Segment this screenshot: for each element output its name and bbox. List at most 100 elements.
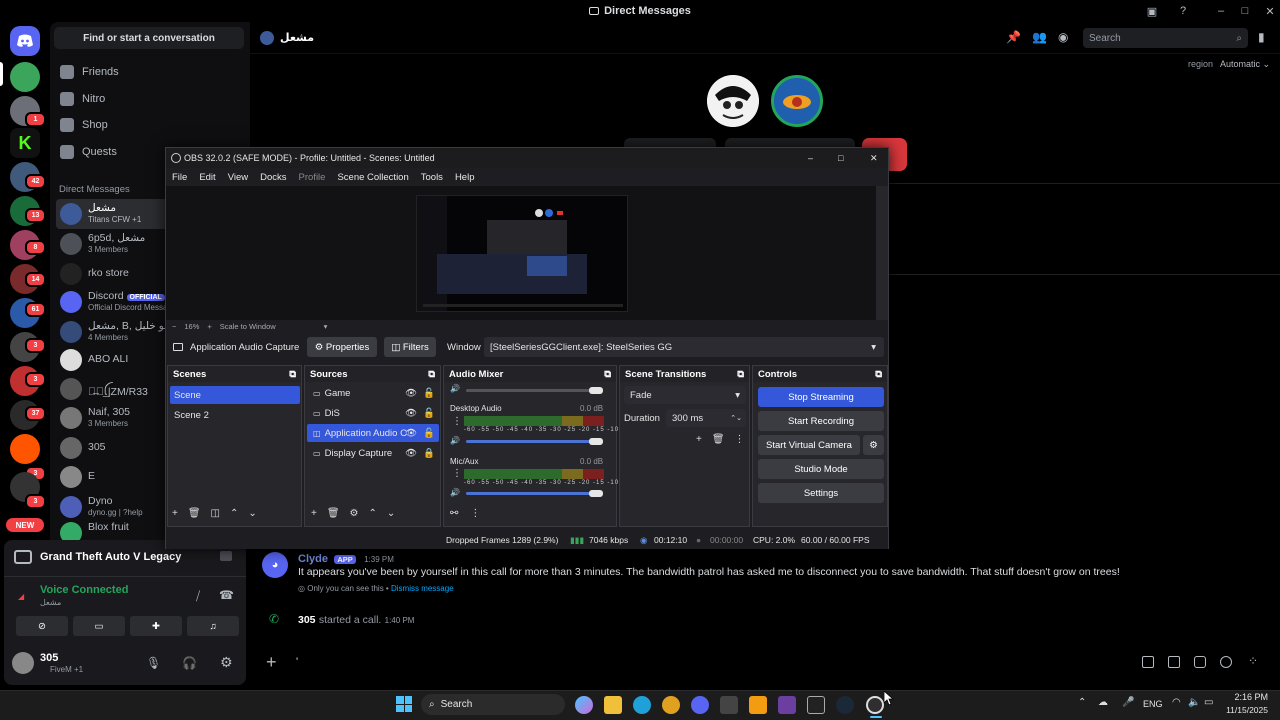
call-avatar[interactable] bbox=[707, 75, 759, 127]
profile-icon[interactable]: ◉ bbox=[1058, 30, 1068, 44]
wifi-icon[interactable]: ◠ bbox=[1172, 697, 1181, 708]
source-item[interactable]: ▭ Display Capture 👁 🔒 bbox=[307, 444, 439, 462]
gear-icon[interactable]: ⚙ bbox=[220, 654, 233, 671]
gif-icon[interactable] bbox=[1168, 656, 1180, 668]
minimize-button[interactable]: – bbox=[808, 153, 813, 163]
duration-input[interactable]: 300 ms ⌃⌄ bbox=[666, 409, 746, 427]
apps-icon[interactable]: ⁘ bbox=[1248, 654, 1258, 668]
inbox-button[interactable]: ▣ bbox=[1140, 0, 1164, 22]
search-input[interactable]: Search ⌕ bbox=[1083, 28, 1248, 48]
advanced-audio-icon[interactable]: ⚯ bbox=[450, 508, 458, 519]
minimize-button[interactable]: – bbox=[1209, 0, 1233, 22]
start-virtual-camera-button[interactable]: Start Virtual Camera bbox=[758, 435, 860, 455]
menu-view[interactable]: View bbox=[222, 172, 254, 183]
inbox-icon[interactable]: ▮ bbox=[1258, 30, 1265, 44]
scene-item[interactable]: Scene 2 bbox=[170, 406, 300, 424]
clock-date[interactable]: 11/15/2025 bbox=[1220, 705, 1268, 715]
settings-button[interactable]: Settings bbox=[758, 483, 884, 503]
preview-scrollbar[interactable] bbox=[876, 186, 888, 320]
virtual-camera-settings-button[interactable]: ⚙ bbox=[863, 435, 884, 455]
discord-icon[interactable] bbox=[691, 696, 709, 714]
nav-nitro[interactable]: Nitro bbox=[60, 87, 105, 111]
scene-item[interactable]: Scene bbox=[170, 386, 300, 404]
properties-button[interactable]: ⚙ Properties bbox=[307, 337, 377, 357]
dismiss-link[interactable]: Dismiss message bbox=[391, 584, 454, 593]
sticker-icon[interactable] bbox=[1194, 656, 1206, 668]
add-attachment-icon[interactable]: + bbox=[266, 652, 277, 673]
voice-channel[interactable]: مشعل bbox=[40, 598, 61, 607]
kebab-icon[interactable]: ⋮ bbox=[452, 416, 462, 427]
start-recording-button[interactable]: Start Recording bbox=[758, 411, 884, 431]
server-icon[interactable] bbox=[10, 434, 40, 464]
user-name[interactable]: 305 bbox=[40, 652, 58, 664]
cloud-icon[interactable]: ☁ bbox=[1098, 697, 1108, 708]
filter-icon[interactable]: ◫ bbox=[211, 508, 220, 519]
message-composer[interactable]: + ' ⁘ bbox=[258, 648, 1274, 678]
source-item[interactable]: ◫ Application Audio C 👁 🔓 bbox=[307, 424, 439, 442]
source-item[interactable]: ▭ DiS 👁 🔓 bbox=[307, 404, 439, 422]
kebab-icon[interactable]: ⋮ bbox=[735, 434, 745, 445]
mic-icon[interactable]: 🎤 bbox=[1122, 697, 1134, 708]
volume-slider[interactable] bbox=[466, 389, 596, 392]
add-icon[interactable]: + bbox=[311, 508, 317, 519]
store-icon[interactable] bbox=[720, 696, 738, 714]
undock-icon[interactable]: ⧉ bbox=[737, 369, 744, 380]
chrome-icon[interactable] bbox=[662, 696, 680, 714]
app-icon[interactable] bbox=[778, 696, 796, 714]
emoji-icon[interactable] bbox=[1220, 656, 1232, 668]
pin-icon[interactable]: 📌 bbox=[1006, 30, 1021, 44]
add-member-icon[interactable]: 👥 bbox=[1032, 30, 1047, 44]
region-dropdown[interactable]: Automatic ⌄ bbox=[1220, 59, 1270, 70]
chevron-down-icon[interactable]: ⌄ bbox=[387, 508, 395, 519]
chevron-up-icon[interactable]: ⌃ bbox=[369, 508, 377, 519]
call-avatar[interactable] bbox=[771, 75, 823, 127]
trash-icon[interactable]: 🗑 bbox=[188, 508, 201, 519]
menu-edit[interactable]: Edit bbox=[193, 172, 221, 183]
bot-name[interactable]: Clyde bbox=[298, 553, 328, 565]
volume-knob[interactable] bbox=[589, 438, 603, 445]
new-badge[interactable]: NEW bbox=[6, 518, 44, 532]
mic-icon[interactable]: 🎙 bbox=[146, 656, 161, 670]
copilot-icon[interactable] bbox=[575, 696, 593, 714]
volume-knob[interactable] bbox=[589, 387, 603, 394]
window-select[interactable]: [SteelSeriesGGClient.exe]: SteelSeries G… bbox=[484, 337, 884, 357]
menu-file[interactable]: File bbox=[166, 172, 193, 183]
studio-mode-button[interactable]: Studio Mode bbox=[758, 459, 884, 479]
chevron-down-icon[interactable]: ⌄ bbox=[248, 508, 256, 519]
zoom-out-button[interactable]: − bbox=[172, 322, 176, 331]
help-icon[interactable]: ? bbox=[1171, 0, 1195, 22]
windows-start-icon[interactable] bbox=[396, 696, 412, 712]
steam-icon[interactable] bbox=[836, 696, 854, 714]
gear-icon[interactable]: ⚙ bbox=[350, 508, 359, 519]
chevron-up-icon[interactable]: ⌃ bbox=[230, 508, 238, 519]
composer-input[interactable]: ' bbox=[296, 656, 298, 668]
server-icon[interactable] bbox=[10, 62, 40, 92]
menu-scene-collection[interactable]: Scene Collection bbox=[331, 172, 414, 183]
menu-profile[interactable]: Profile bbox=[293, 172, 332, 183]
camera-button[interactable]: ⊘ bbox=[16, 616, 68, 636]
taskbar-search[interactable]: ⌕ Search bbox=[421, 694, 565, 715]
transition-select[interactable]: Fade ▾ bbox=[624, 386, 746, 404]
disconnect-icon[interactable]: ☎ bbox=[219, 588, 234, 602]
volume-slider[interactable] bbox=[466, 440, 594, 443]
discord-home-button[interactable] bbox=[10, 26, 40, 56]
avatar[interactable] bbox=[12, 652, 34, 674]
undock-icon[interactable]: ⧉ bbox=[289, 369, 296, 380]
filters-button[interactable]: ◫ Filters bbox=[384, 337, 436, 357]
gift-icon[interactable] bbox=[1142, 656, 1154, 668]
headset-icon[interactable]: 🎧 bbox=[182, 656, 197, 670]
kebab-icon[interactable]: ⋮ bbox=[452, 468, 462, 479]
file-explorer-icon[interactable] bbox=[604, 696, 622, 714]
close-button[interactable]: ✕ bbox=[1258, 0, 1280, 22]
undock-icon[interactable]: ⧉ bbox=[875, 369, 882, 380]
add-icon[interactable]: + bbox=[172, 508, 178, 519]
noise-suppression-icon[interactable]: ⧸ bbox=[196, 589, 200, 604]
menu-tools[interactable]: Tools bbox=[415, 172, 449, 183]
clock-time[interactable]: 2:16 PM bbox=[1228, 692, 1268, 702]
activities-button[interactable]: ✚ bbox=[130, 616, 182, 636]
tray-chevron-icon[interactable]: ⌃ bbox=[1078, 697, 1086, 708]
nav-friends[interactable]: Friends bbox=[60, 60, 119, 84]
trash-icon[interactable]: 🗑 bbox=[712, 434, 725, 445]
source-item[interactable]: ▭ Game 👁 🔓 bbox=[307, 384, 439, 402]
menu-docks[interactable]: Docks bbox=[254, 172, 292, 183]
